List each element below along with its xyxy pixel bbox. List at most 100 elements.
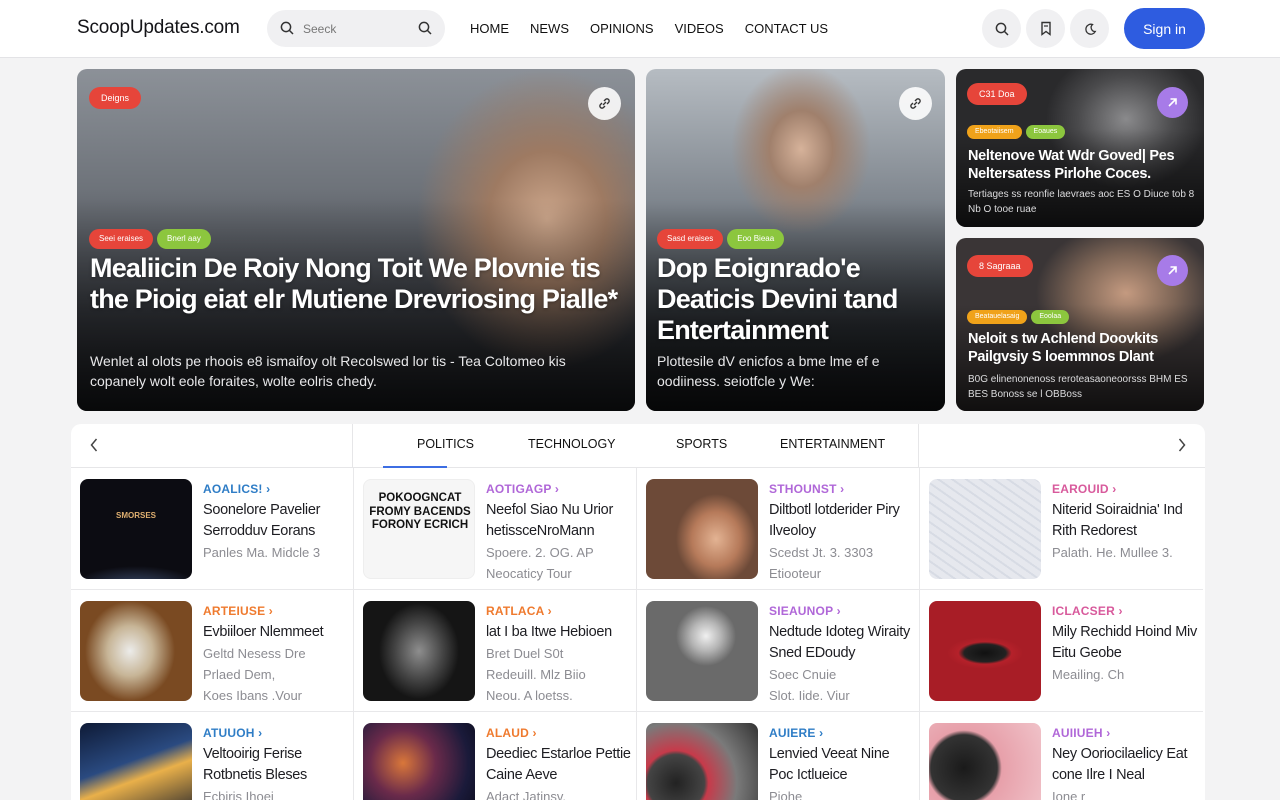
article-category[interactable]: AOTIGAGP › <box>486 482 559 496</box>
article-title[interactable]: Niterid Soiraidnia' Ind Rith Redorest <box>1052 500 1198 542</box>
article-meta: Spoere. 2. OG. AP <box>486 545 594 560</box>
article-thumbnail <box>646 601 758 701</box>
main-nav: HOME NEWS OPINIONS VIDEOS CONTACT US <box>470 21 849 36</box>
tab-entertainment[interactable]: ENTERTAINMENT <box>780 437 885 451</box>
tab-technology[interactable]: TECHNOLOGY <box>528 437 616 451</box>
article-meta: Piohe <box>769 789 803 800</box>
arrow-up-right-icon <box>1168 266 1177 275</box>
article-meta: Scedst Jt. 3. 3303 <box>769 545 874 560</box>
article-card[interactable]: AUIIUEH › Ney Ooriocilaelicy Eat cone Il… <box>920 712 1203 800</box>
article-card[interactable]: AUIERE › Lenvied Veeat Nine Poc Ictlueic… <box>637 712 920 800</box>
side-badge: 8 Sagraaa <box>967 255 1033 277</box>
article-thumbnail <box>646 723 758 800</box>
article-category[interactable]: ARTEIUSE › <box>203 604 273 618</box>
hero-tags: Seei eraises Bnerl aay <box>89 229 215 249</box>
article-meta: Neou. A loetss. <box>486 688 573 703</box>
article-title[interactable]: Nedtude Idoteg Wiraity Sned EDoudy <box>769 622 915 664</box>
side-badge: C31 Doa <box>967 83 1027 105</box>
hero-tag[interactable]: Eoo Bieaa <box>727 229 785 249</box>
article-category[interactable]: AOALICS! › <box>203 482 270 496</box>
article-card[interactable]: ARTEIUSE › Evbiiloer Nlemmeet Geltd Nese… <box>71 590 354 712</box>
side-tag[interactable]: Eoolaa <box>1031 310 1070 324</box>
hero-title[interactable]: Dop Eoignrado'e Deaticis Devini tand Ent… <box>657 253 942 346</box>
tab-sports[interactable]: SPORTS <box>676 437 727 451</box>
hero-share-button[interactable] <box>588 87 621 120</box>
side-card-1[interactable]: C31 Doa Ebeotaiisem Eoaues Neltenove Wat… <box>956 69 1204 227</box>
article-meta: Panles Ma. Midcle 3 <box>203 545 321 560</box>
article-card[interactable]: ICLACSER › Mily Rechidd Hoind Miv Eitu G… <box>920 590 1203 712</box>
thumbnail-text: SMORSES <box>115 511 156 520</box>
header-theme-button[interactable] <box>1070 9 1109 48</box>
side-title[interactable]: Neltenove Wat Wdr Goved| Pes Neltersates… <box>968 147 1198 183</box>
article-title[interactable]: Veltooirig Ferise Rotbnetis Bleses <box>203 744 349 786</box>
side-open-button[interactable] <box>1157 255 1188 286</box>
article-title[interactable]: lat I ba Itwe Hebioen <box>486 622 632 643</box>
article-category[interactable]: STHOUNST › <box>769 482 844 496</box>
tab-politics[interactable]: POLITICS <box>417 437 474 451</box>
article-title[interactable]: Diltbotl lotderider Piry Ilveoloy <box>769 500 915 542</box>
search-box[interactable] <box>267 10 445 47</box>
article-card[interactable]: SMORSES AOALICS! › Soonelore Pavelier Se… <box>71 468 354 590</box>
article-category[interactable]: SIEAUNOP › <box>769 604 841 618</box>
nav-videos[interactable]: VIDEOS <box>675 21 724 36</box>
sign-in-button[interactable]: Sign in <box>1124 8 1205 49</box>
article-category[interactable]: EAROUID › <box>1052 482 1116 496</box>
nav-news[interactable]: NEWS <box>530 21 569 36</box>
bookmark-icon <box>1040 21 1051 36</box>
hero-title[interactable]: Mealiicin De Roiy Nong Toit We Plovnie t… <box>90 253 625 315</box>
side-card-2[interactable]: 8 Sagraaa Beatauelasaig Eoolaa Neloit s … <box>956 238 1204 411</box>
hero-main-card[interactable]: Deigns Seei eraises Bnerl aay Mealiicin … <box>77 69 635 411</box>
category-tabs: POLITICS TECHNOLOGY SPORTS ENTERTAINMENT <box>71 424 1205 468</box>
article-category[interactable]: ICLACSER › <box>1052 604 1123 618</box>
article-thumbnail <box>80 601 192 701</box>
side-tag[interactable]: Eoaues <box>1025 125 1066 139</box>
article-card[interactable]: STHOUNST › Diltbotl lotderider Piry Ilve… <box>637 468 920 590</box>
article-title[interactable]: Evbiiloer Nlemmeet <box>203 622 349 643</box>
chevron-right-icon[interactable] <box>1177 437 1187 453</box>
article-card[interactable]: SIEAUNOP › Nedtude Idoteg Wiraity Sned E… <box>637 590 920 712</box>
article-title[interactable]: Ney Ooriocilaelicy Eat cone Ilre I Neal <box>1052 744 1198 786</box>
article-category[interactable]: AUIIUEH › <box>1052 726 1110 740</box>
hero-tag[interactable]: Sasd eraises <box>657 229 724 249</box>
chevron-left-icon[interactable] <box>89 437 99 453</box>
side-title[interactable]: Neloit s tw Achlend Doovkits Pailgvsiy S… <box>968 330 1198 366</box>
header-bookmark-button[interactable] <box>1026 9 1065 48</box>
article-meta: Etiooteur <box>769 566 822 581</box>
side-tags: Ebeotaiisem Eoaues <box>967 125 1069 139</box>
side-open-button[interactable] <box>1157 87 1188 118</box>
article-meta: Neocaticy Tour <box>486 566 572 581</box>
article-category[interactable]: ATUUOH › <box>203 726 262 740</box>
article-title[interactable]: Deediec Estarloe Pettie Caine Aeve <box>486 744 632 786</box>
article-meta: Soec Cnuie <box>769 667 837 682</box>
article-category[interactable]: AUIERE › <box>769 726 823 740</box>
header-search-button[interactable] <box>982 9 1021 48</box>
hero-tag[interactable]: Seei eraises <box>89 229 154 249</box>
article-card[interactable]: EAROUID › Niterid Soiraidnia' Ind Rith R… <box>920 468 1203 590</box>
nav-home[interactable]: HOME <box>470 21 509 36</box>
article-card[interactable]: ATUUOH › Veltooirig Ferise Rotbnetis Ble… <box>71 712 354 800</box>
hero-share-button[interactable] <box>899 87 932 120</box>
hero-tag[interactable]: Bnerl aay <box>157 229 211 249</box>
article-card[interactable]: ALAUD › Deediec Estarloe Pettie Caine Ae… <box>354 712 637 800</box>
article-category[interactable]: ALAUD › <box>486 726 537 740</box>
article-title[interactable]: Soonelore Pavelier Serrodduv Eorans <box>203 500 349 542</box>
article-thumbnail: POKOOGNCAT FROMY BACENDS FORONY ECRICH <box>363 479 475 579</box>
article-card[interactable]: POKOOGNCAT FROMY BACENDS FORONY ECRICH A… <box>354 468 637 590</box>
article-title[interactable]: Neefol Siao Nu Urior hetissceNroMann <box>486 500 632 542</box>
thumbnail-text: POKOOGNCAT FROMY BACENDS FORONY ECRICH <box>369 492 471 531</box>
side-tag[interactable]: Ebeotaiisem <box>967 125 1022 139</box>
nav-contact-us[interactable]: CONTACT US <box>745 21 828 36</box>
article-title[interactable]: Lenvied Veeat Nine Poc Ictlueice <box>769 744 915 786</box>
hero-second-card[interactable]: Sasd eraises Eoo Bieaa Dop Eoignrado'e D… <box>646 69 945 411</box>
hero-tags: Sasd eraises Eoo Bieaa <box>657 229 788 249</box>
side-tag[interactable]: Beatauelasaig <box>967 310 1028 324</box>
search-input[interactable] <box>303 19 407 38</box>
site-logo[interactable]: ScoopUpdates.com <box>77 17 240 39</box>
article-card[interactable]: RATLACA › lat I ba Itwe Hebioen Bret Due… <box>354 590 637 712</box>
article-meta: Bret Duel S0t <box>486 646 564 661</box>
search-submit-icon[interactable] <box>418 21 432 35</box>
article-meta: Geltd Nesess Dre <box>203 646 306 661</box>
article-title[interactable]: Mily Rechidd Hoind Miv Eitu Geobe <box>1052 622 1198 664</box>
article-category[interactable]: RATLACA › <box>486 604 552 618</box>
nav-opinions[interactable]: OPINIONS <box>590 21 654 36</box>
